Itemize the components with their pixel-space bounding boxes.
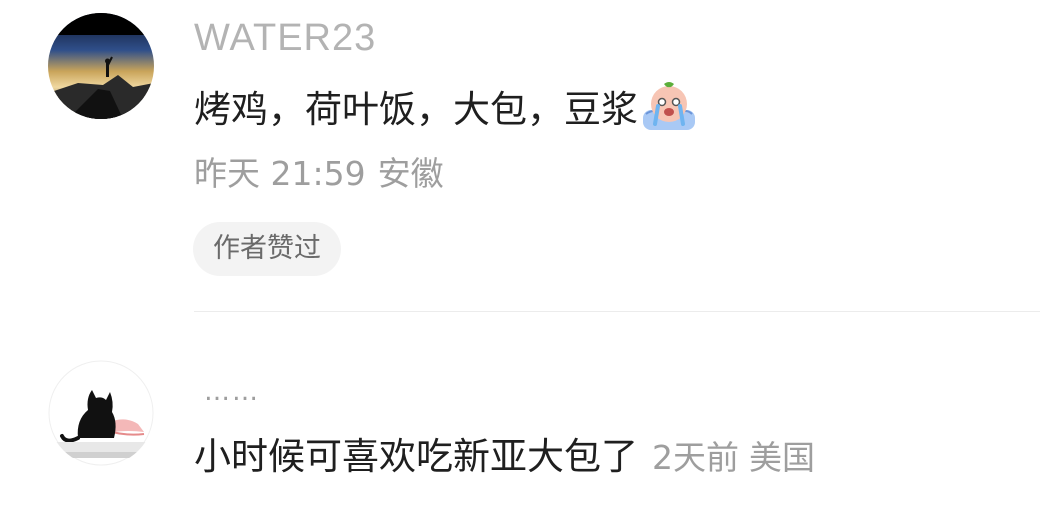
comment-body: 烤鸡，荷叶饭，大包，豆浆 — [194, 88, 638, 131]
username[interactable]: …… — [204, 372, 260, 412]
comment-divider — [194, 311, 1040, 312]
crying-face-icon — [640, 80, 698, 132]
comment-time: 2天前 — [652, 438, 739, 477]
comment-row: 小时候可喜欢吃新亚大包了 2天前 美国 — [194, 432, 815, 489]
author-liked-badge: 作者赞过 — [193, 222, 341, 276]
mountain-sunset-avatar-image — [48, 13, 154, 119]
comment-location: 安徽 — [377, 154, 444, 193]
black-cat-avatar-image — [48, 360, 154, 466]
comment-meta: 昨天 21:59 安徽 — [194, 152, 444, 196]
comment-location: 美国 — [749, 438, 815, 477]
user-avatar[interactable] — [48, 360, 154, 466]
username[interactable]: WATER23 — [194, 15, 376, 61]
user-avatar[interactable] — [48, 13, 154, 119]
comment-body: 小时候可喜欢吃新亚大包了 — [194, 435, 638, 478]
comment-time: 昨天 21:59 — [194, 154, 366, 193]
comment-text: 烤鸡，荷叶饭，大包，豆浆 — [194, 80, 698, 134]
